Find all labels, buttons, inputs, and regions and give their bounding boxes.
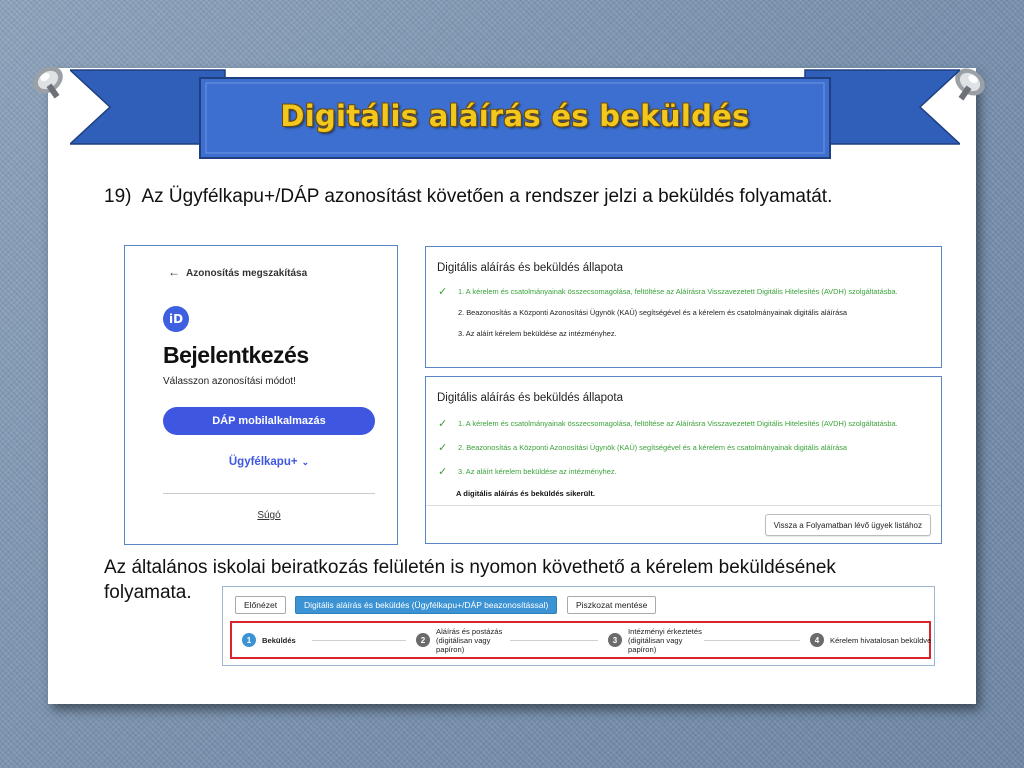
status-title: Digitális aláírás és beküldés állapota bbox=[437, 392, 624, 404]
step-number-badge: 2 bbox=[416, 633, 430, 647]
login-subtitle: Válasszon azonosítási módot! bbox=[163, 376, 296, 387]
step-label: Beküldés bbox=[262, 635, 296, 645]
slide-title: Digitális aláírás és beküldés bbox=[280, 99, 750, 133]
status-panel-in-progress: Digitális aláírás és beküldés állapota ✓… bbox=[425, 246, 942, 368]
stepper-connector bbox=[312, 640, 406, 641]
step-label: Intézményi érkeztetés (digitálisan vagy pa… bbox=[628, 626, 702, 654]
status-item-text: 2. Beazonosítás a Központi Azonosítási Ü… bbox=[458, 443, 848, 452]
check-icon: ✓ bbox=[438, 418, 448, 430]
step-label: Kérelem hivatalosan beküldve bbox=[830, 635, 932, 645]
login-panel: ← Azonosítás megszakítása iD Bejelentkezé… bbox=[124, 245, 398, 545]
step-number: 19) bbox=[104, 186, 132, 207]
ugyfelkapu-dropdown[interactable]: Ügyfélkapu+ ⌄ bbox=[163, 456, 375, 468]
step-label: Aláírás és postázás (digitálisan vagy papí… bbox=[436, 626, 503, 654]
save-draft-button[interactable]: Piszkozat mentése bbox=[567, 596, 657, 614]
divider bbox=[426, 505, 941, 506]
pushpin-left-icon bbox=[28, 60, 68, 100]
step-number-badge: 1 bbox=[242, 633, 256, 647]
status-item-text: 2. Beazonosítás a Központi Azonosítási Ü… bbox=[458, 308, 848, 317]
ugyfelkapu-label: Ügyfélkapu+ bbox=[228, 456, 298, 468]
success-message: A digitális aláírás és beküldés sikerült… bbox=[456, 489, 595, 498]
title-ribbon: Digitális aláírás és beküldés bbox=[70, 66, 960, 166]
step-number-badge: 4 bbox=[810, 633, 824, 647]
status-item: ✓ 3. Az aláírt kérelem beküldése az intéz… bbox=[438, 465, 617, 478]
status-item-text: 3. Az aláírt kérelem beküldése az intézm… bbox=[458, 329, 617, 338]
dap-mobile-button[interactable]: DÁP mobilalkalmazás bbox=[163, 407, 375, 435]
check-icon: ✓ bbox=[438, 466, 448, 478]
status-item-text: 1. A kérelem és csatolmányainak összecso… bbox=[458, 287, 898, 296]
chevron-down-icon: ⌄ bbox=[301, 457, 310, 467]
status-item-text: 1. A kérelem és csatolmányainak összecso… bbox=[458, 419, 898, 428]
stepper-connector bbox=[510, 640, 598, 641]
check-icon: ✓ bbox=[438, 442, 448, 454]
status-item: ✓ 2. Beazonosítás a Központi Azonosítási … bbox=[438, 441, 847, 454]
help-link[interactable]: Súgó bbox=[163, 510, 375, 521]
stepper-step-1: 1 Beküldés bbox=[242, 623, 296, 657]
step-text: Az Ügyfélkapu+/DÁP azonosítást követően … bbox=[141, 186, 833, 207]
cancel-auth-link[interactable]: ← Azonosítás megszakítása bbox=[168, 265, 307, 279]
status-item: 2. Beazonosítás a Központi Azonosítási Ü… bbox=[438, 308, 847, 317]
step-instruction: 19) Az Ügyfélkapu+/DÁP azonosítást követő… bbox=[104, 186, 832, 208]
status-item: ✓ 1. A kérelem és csatolmányainak összecs… bbox=[438, 417, 898, 430]
back-to-list-button[interactable]: Vissza a Folyamatban lévő ügyek listához bbox=[764, 514, 931, 536]
id-logo-icon: iD bbox=[163, 306, 189, 332]
enrollment-app-strip: Előnézet Digitális aláírás és beküldés (… bbox=[222, 586, 935, 666]
stepper-step-4: 4 Kérelem hivatalosan beküldve bbox=[810, 623, 931, 657]
status-item-text: 3. Az aláírt kérelem beküldése az intézm… bbox=[458, 467, 617, 476]
status-item: 3. Az aláírt kérelem beküldése az intézm… bbox=[438, 329, 617, 338]
sign-and-submit-button[interactable]: Digitális aláírás és beküldés (Ügyfélkap… bbox=[295, 596, 558, 614]
stepper-step-2: 2 Aláírás és postázás (digitálisan vagy pa… bbox=[416, 623, 502, 657]
status-title: Digitális aláírás és beküldés állapota bbox=[437, 262, 624, 274]
arrow-left-icon: ← bbox=[168, 265, 180, 279]
divider bbox=[163, 493, 375, 494]
stepper-connector bbox=[704, 640, 800, 641]
submission-stepper: 1 Beküldés 2 Aláírás és postázás (digitál… bbox=[230, 621, 931, 659]
status-item: ✓ 1. A kérelem és csatolmányainak összecs… bbox=[438, 285, 898, 298]
stepper-step-3: 3 Intézményi érkeztetés (digitálisan vagy… bbox=[608, 623, 702, 657]
preview-button[interactable]: Előnézet bbox=[235, 596, 287, 614]
check-icon: ✓ bbox=[438, 286, 448, 298]
login-title: Bejelentkezés bbox=[163, 342, 309, 368]
step-number-badge: 3 bbox=[608, 633, 622, 647]
cancel-auth-label: Azonosítás megszakítása bbox=[186, 268, 308, 279]
status-panel-completed: Digitális aláírás és beküldés állapota ✓… bbox=[425, 376, 942, 544]
